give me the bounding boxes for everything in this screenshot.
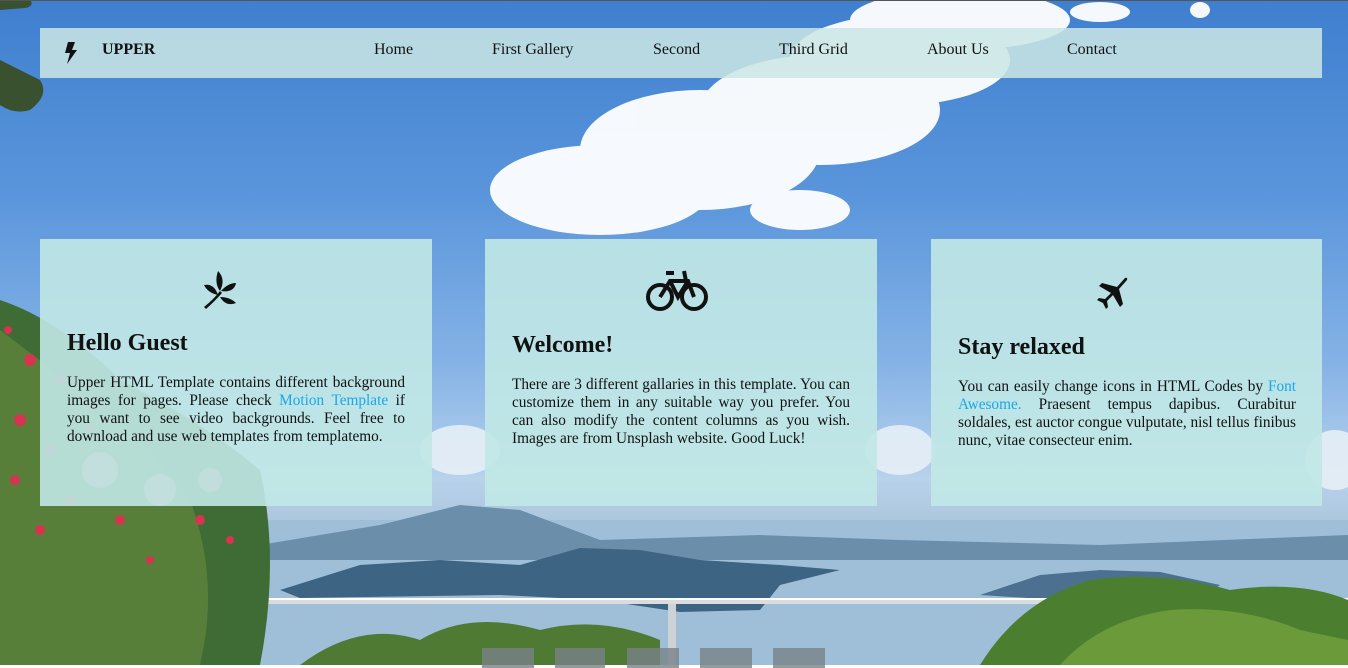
motion-template-link[interactable]: Motion Template — [279, 392, 388, 409]
navbar: UPPER Home First Gallery Second Third Gr… — [40, 28, 1322, 78]
leaf-icon — [204, 271, 236, 309]
nav-first-gallery[interactable]: First Gallery — [492, 41, 573, 59]
nav-third-grid[interactable]: Third Grid — [779, 41, 848, 59]
nav-about-us[interactable]: About Us — [927, 41, 989, 59]
card-hello-guest: Hello Guest Upper HTML Template contains… — [40, 239, 432, 506]
nav-home[interactable]: Home — [374, 41, 413, 59]
nav-contact[interactable]: Contact — [1067, 41, 1117, 59]
card-text-part: You can easily change icons in HTML Code… — [958, 378, 1268, 395]
card-text: There are 3 different gallaries in this … — [512, 376, 850, 447]
card-text: You can easily change icons in HTML Code… — [958, 378, 1296, 450]
instagram-icon[interactable] — [627, 648, 679, 668]
top-border — [0, 0, 1348, 1]
bolt-icon — [65, 42, 77, 64]
plane-icon — [1097, 277, 1128, 309]
brand-name: UPPER — [102, 41, 156, 58]
brand[interactable]: UPPER — [62, 28, 155, 78]
twitter-icon[interactable] — [555, 648, 605, 668]
card-title: Welcome! — [512, 332, 614, 358]
card-title: Hello Guest — [67, 330, 188, 356]
card-text: Upper HTML Template contains different b… — [67, 374, 405, 446]
pinterest-icon[interactable] — [700, 648, 752, 668]
bicycle-icon — [646, 270, 708, 311]
linkedin-icon[interactable] — [773, 648, 825, 668]
card-stay-relaxed: Stay relaxed You can easily change icons… — [931, 239, 1322, 506]
nav-second[interactable]: Second — [653, 41, 700, 59]
card-welcome: Welcome! There are 3 different gallaries… — [485, 239, 877, 506]
card-title: Stay relaxed — [958, 334, 1085, 360]
facebook-icon[interactable] — [482, 648, 534, 668]
